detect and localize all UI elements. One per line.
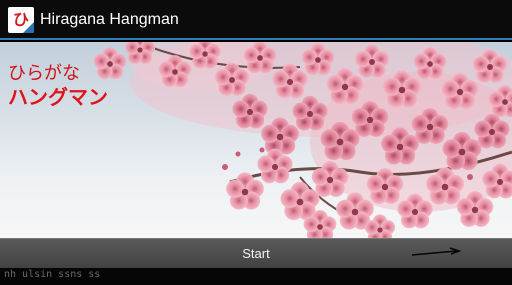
bottom-status-strip: nh ulsin ssns ss <box>0 268 512 285</box>
title-bar: ひ Hiragana Hangman <box>0 0 512 40</box>
right-arrow-icon <box>411 247 462 256</box>
footer-text: nh ulsin ssns ss <box>4 269 101 280</box>
logo-hangman-text: ハングマン <box>8 85 108 109</box>
cherry-blossom-background: ひらがな ハングマン <box>0 42 512 238</box>
app-title: Hiragana Hangman <box>40 11 179 28</box>
title-bar-accent-line <box>0 38 512 40</box>
app-icon: ひ <box>8 7 34 33</box>
app-icon-glyph: ひ <box>12 10 29 29</box>
start-button[interactable]: Start <box>0 238 512 268</box>
start-button-label: Start <box>242 246 270 261</box>
logo-hiragana-text: ひらがな <box>8 63 80 84</box>
